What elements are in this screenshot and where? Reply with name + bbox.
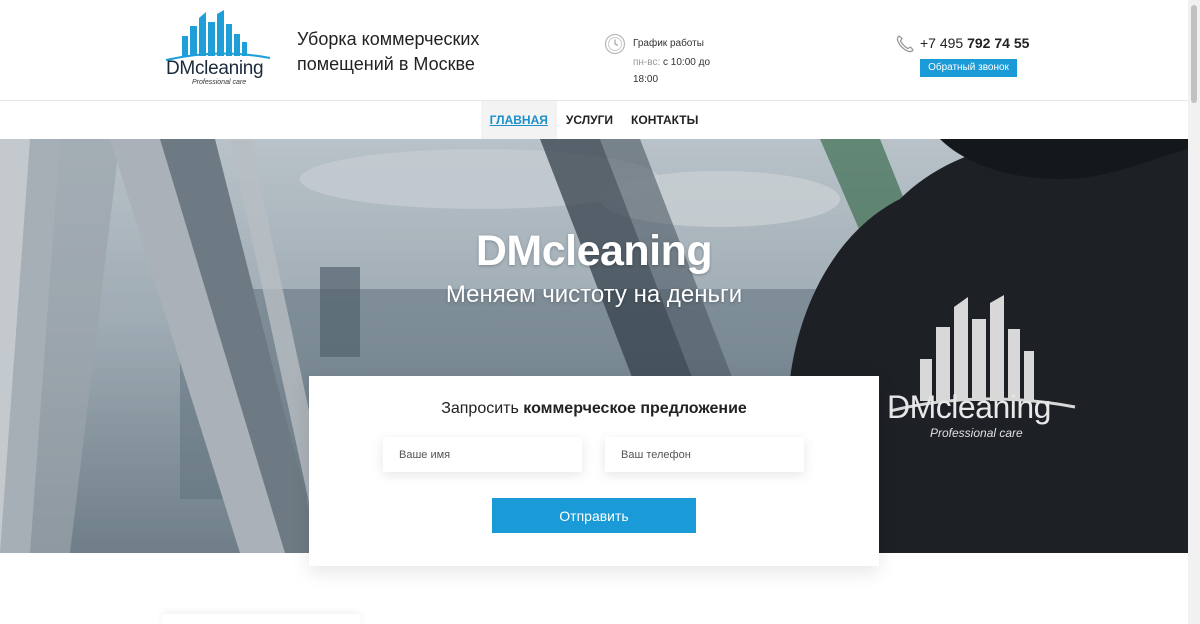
logo[interactable]: DMcleaning Professional care [162, 8, 274, 90]
nav-item-contacts[interactable]: КОНТАКТЫ [622, 101, 707, 139]
header-tagline: Уборка коммерческих помещений в Москве [297, 29, 480, 74]
phone-main: 792 74 55 [967, 35, 1030, 51]
site-header: DMcleaning Professional care Уборка комм… [0, 0, 1188, 101]
submit-button[interactable]: Отправить [492, 498, 696, 533]
content-card [162, 614, 360, 624]
schedule-title: График работы [633, 38, 704, 49]
hero-title: DMcleaning [475, 227, 713, 275]
logo-text: DMcleaning [166, 58, 264, 79]
name-input[interactable] [383, 437, 582, 472]
main-nav: ГЛАВНАЯ УСЛУГИ КОНТАКТЫ [0, 101, 1188, 139]
schedule-hours: пн-вс: с 10:00 до 18:00 [633, 54, 728, 88]
callback-button[interactable]: Обратный звонок [920, 59, 1017, 77]
shirt-logo-subtitle: Professional care [930, 426, 1023, 440]
scrollbar-thumb[interactable] [1191, 5, 1197, 103]
logo-skyline-icon [165, 10, 271, 61]
nav-item-home[interactable]: ГЛАВНАЯ [480, 101, 557, 139]
hero-subtitle: Меняем чистоту на деньги [445, 281, 743, 308]
logo-subtitle: Professional care [192, 79, 247, 86]
shirt-logo-text: DMcleaning [887, 389, 1051, 425]
schedule-days: пн-вс: [633, 57, 661, 68]
form-title-bold: коммерческое предложение [523, 400, 747, 417]
phone-icon [896, 35, 914, 53]
phone-number[interactable]: +7 495 792 74 55 [920, 35, 1029, 51]
phone-input[interactable] [605, 437, 804, 472]
form-title-prefix: Запросить [441, 400, 519, 417]
nav-item-services[interactable]: УСЛУГИ [557, 101, 622, 139]
form-title: Запросить коммерческое предложение [309, 400, 879, 418]
phone-prefix: +7 495 [920, 35, 964, 51]
quote-request-form: Запросить коммерческое предложение Отпра… [309, 376, 879, 566]
page-scrollbar[interactable] [1188, 0, 1200, 624]
clock-icon [604, 33, 626, 55]
